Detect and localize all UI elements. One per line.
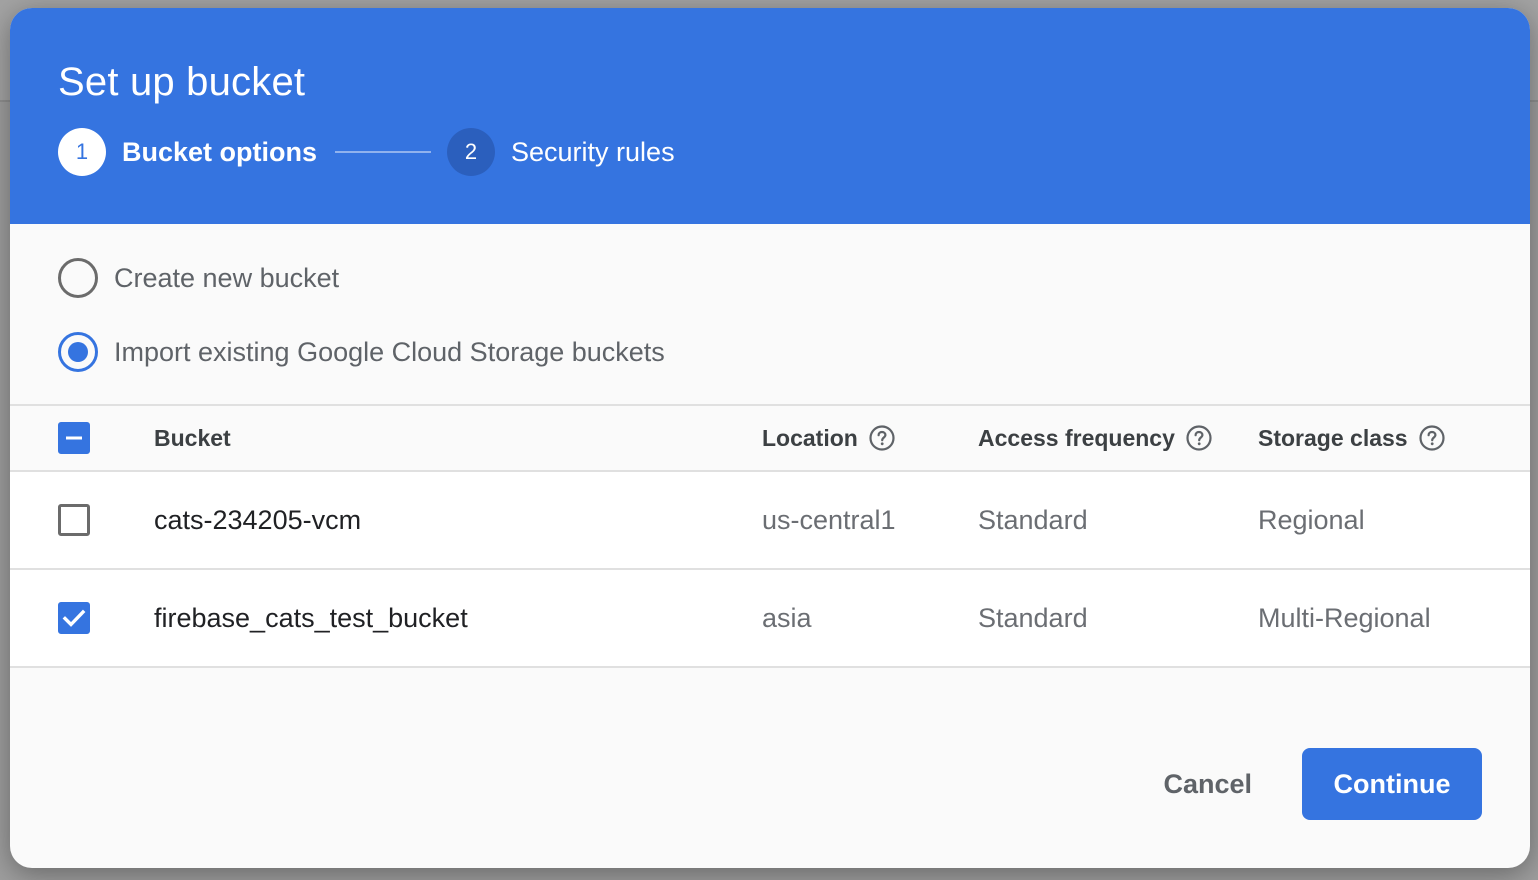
step-1-label: Bucket options — [122, 136, 318, 167]
step-2-indicator: 2 — [447, 128, 496, 176]
cancel-button[interactable]: Cancel — [1139, 748, 1276, 820]
table-row[interactable]: firebase_cats_test_bucket asia Standard … — [10, 570, 1530, 668]
buckets-table: Bucket Location Access frequency Storage… — [10, 404, 1530, 668]
column-header-location: Location — [762, 424, 858, 451]
continue-button[interactable]: Continue — [1302, 748, 1482, 820]
radio-button-unselected[interactable] — [58, 258, 98, 298]
bucket-name: cats-234205-vcm — [154, 504, 362, 535]
stepper: 1 Bucket options 2 Security rules — [58, 128, 675, 176]
bucket-name: firebase_cats_test_bucket — [154, 602, 468, 633]
help-circle-icon[interactable] — [1418, 424, 1446, 452]
bucket-storage-class: Regional — [1258, 504, 1365, 535]
bucket-access-frequency: Standard — [978, 602, 1088, 633]
column-header-access-frequency: Access frequency — [978, 424, 1175, 451]
radio-create-new-bucket[interactable]: Create new bucket — [58, 258, 339, 298]
radio-button-selected[interactable] — [58, 332, 98, 372]
column-header-storage-class: Storage class — [1258, 424, 1408, 451]
setup-bucket-dialog: Set up bucket 1 Bucket options 2 Securit… — [10, 8, 1530, 868]
help-circle-icon[interactable] — [1185, 424, 1213, 452]
select-all-checkbox[interactable] — [58, 422, 90, 454]
row-checkbox-unchecked[interactable] — [58, 504, 90, 536]
radio-label-import-existing: Import existing Google Cloud Storage buc… — [114, 336, 665, 367]
dialog-actions: Cancel Continue — [1139, 748, 1482, 820]
help-circle-icon[interactable] — [868, 424, 896, 452]
minus-icon — [66, 436, 82, 440]
step-2-label: Security rules — [511, 136, 675, 167]
dialog-header: Set up bucket 1 Bucket options 2 Securit… — [10, 8, 1530, 224]
dialog-title: Set up bucket — [58, 60, 306, 104]
radio-label-create-new: Create new bucket — [114, 262, 340, 293]
step-connector — [335, 151, 432, 153]
radio-import-existing-buckets[interactable]: Import existing Google Cloud Storage buc… — [58, 332, 665, 372]
bucket-access-frequency: Standard — [978, 504, 1088, 535]
step-1-indicator: 1 — [58, 128, 106, 176]
check-icon — [62, 609, 86, 627]
bucket-location: us-central1 — [762, 504, 896, 535]
bucket-location: asia — [762, 602, 812, 633]
bucket-storage-class: Multi-Regional — [1258, 602, 1431, 633]
column-header-bucket: Bucket — [154, 424, 231, 451]
table-header-row: Bucket Location Access frequency Storage… — [10, 406, 1530, 472]
bucket-source-options: Create new bucket Import existing Google… — [10, 224, 1530, 404]
row-checkbox-checked[interactable] — [58, 602, 90, 634]
table-row[interactable]: cats-234205-vcm us-central1 Standard Reg… — [10, 472, 1530, 570]
